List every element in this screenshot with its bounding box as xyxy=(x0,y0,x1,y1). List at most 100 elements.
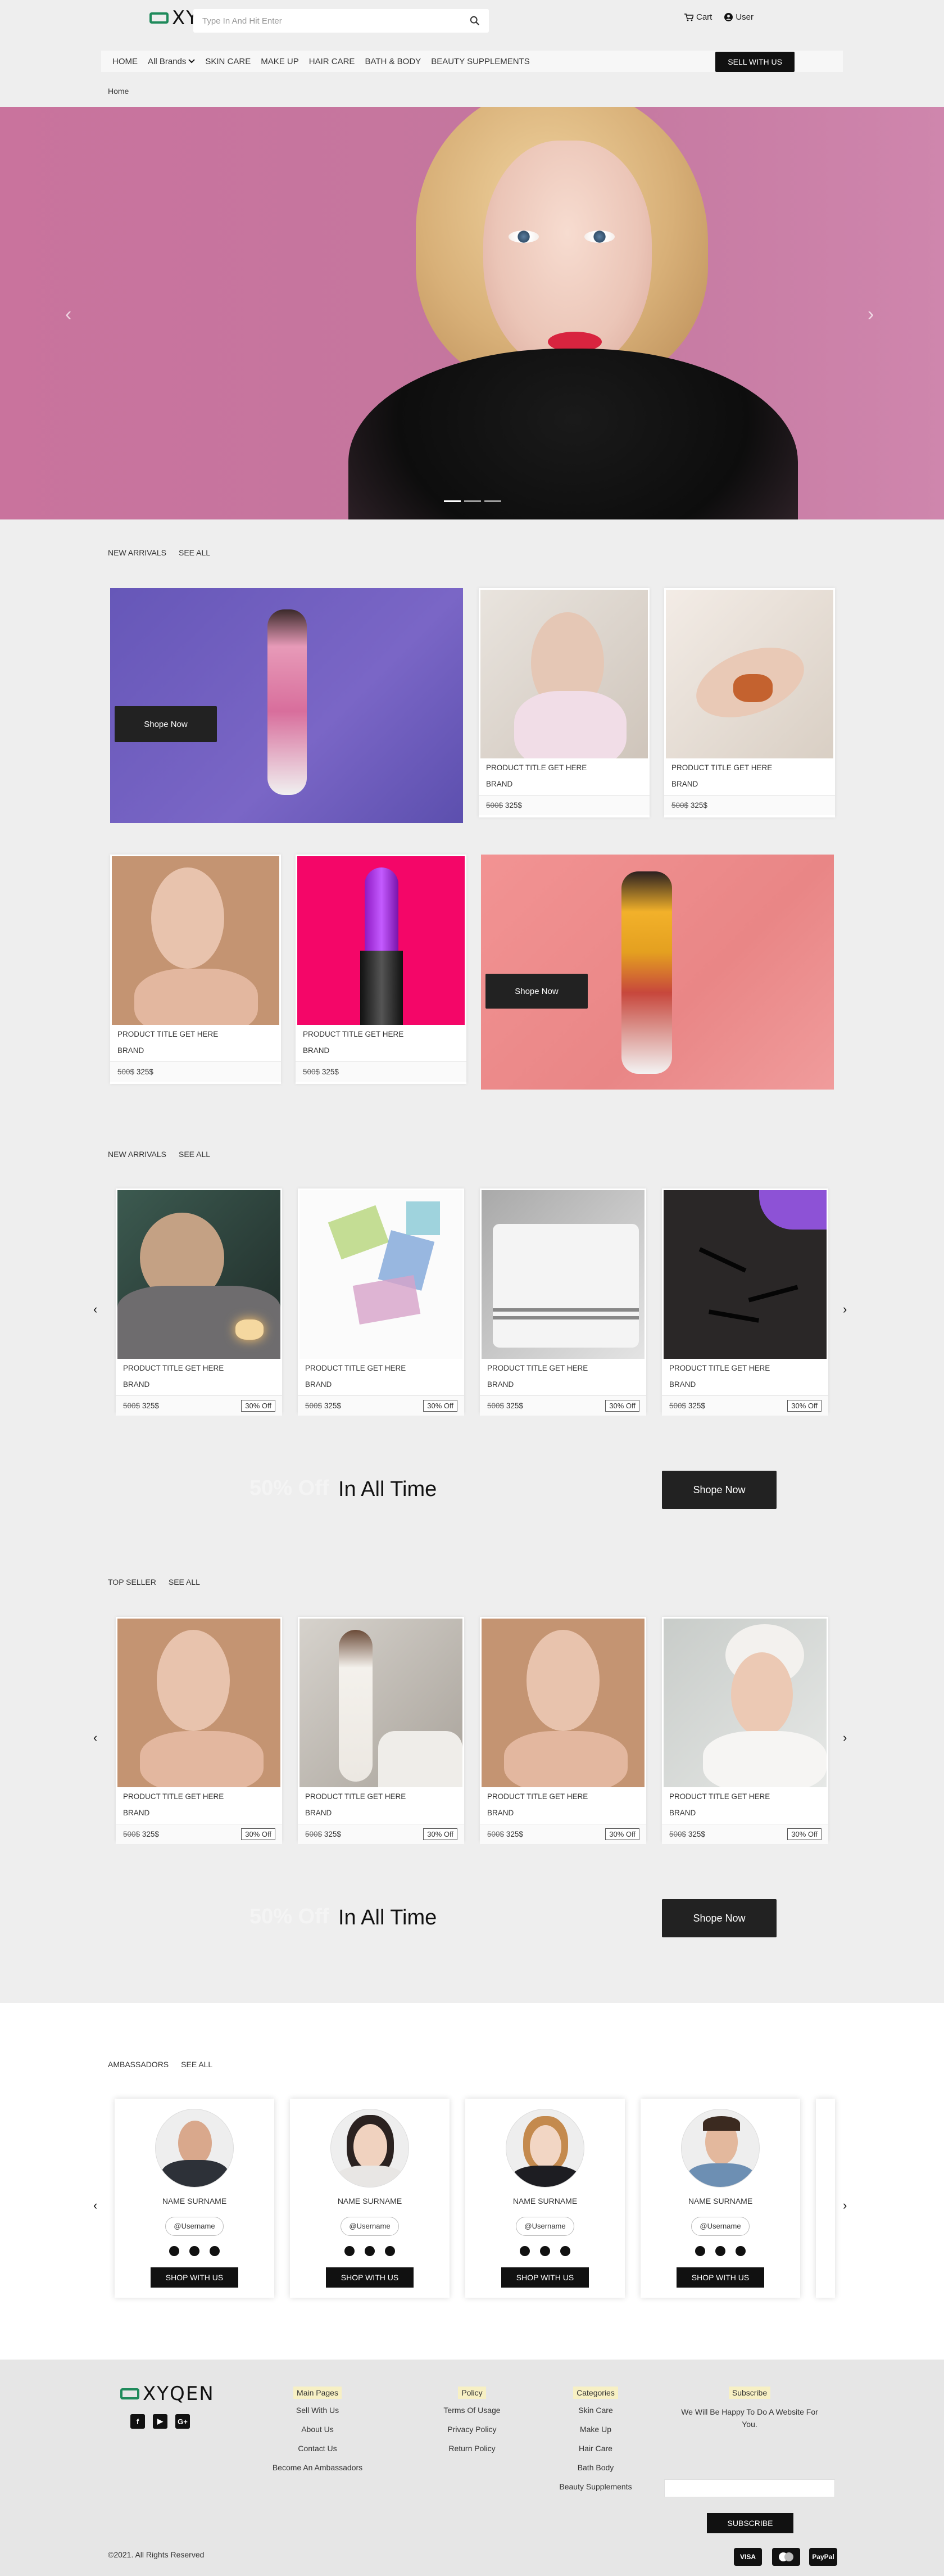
product-card[interactable]: PRODUCT TITLE GET HERE BRAND 500$ 325$ 30% … xyxy=(298,1617,464,1844)
shop-with-us-button[interactable]: SHOP WITH US xyxy=(501,2267,589,2288)
facebook-icon[interactable]: f xyxy=(130,2414,145,2429)
product-card[interactable]: PRODUCT TITLE GET HERE BRAND 500$ 325$ 30% … xyxy=(480,1617,646,1844)
see-all-link[interactable]: SEE ALL xyxy=(169,1578,200,1587)
subscribe-email-input[interactable] xyxy=(664,2479,835,2497)
shop-with-us-button[interactable]: SHOP WITH US xyxy=(151,2267,238,2288)
shop-with-us-button[interactable]: SHOP WITH US xyxy=(677,2267,764,2288)
hero-next-arrow-icon[interactable]: › xyxy=(868,304,874,326)
hero-carousel[interactable]: ‹ › xyxy=(0,107,944,519)
youtube-icon[interactable] xyxy=(715,2246,725,2256)
promo-band-text: In All Time xyxy=(338,1906,437,1929)
footer-link[interactable]: Hair Care xyxy=(551,2444,641,2453)
footer-link[interactable]: Privacy Policy xyxy=(427,2425,517,2434)
sell-with-us-button[interactable]: SELL WITH US xyxy=(715,52,795,72)
youtube-icon[interactable] xyxy=(540,2246,550,2256)
discount-badge: 30% Off xyxy=(241,1400,275,1412)
ambassador-card[interactable]: NAME SURNAME @Username SHOP WITH US xyxy=(290,2099,450,2298)
google-plus-icon[interactable]: G+ xyxy=(175,2414,190,2429)
product-brand: BRAND xyxy=(669,1380,696,1389)
logo-mark-icon xyxy=(120,2388,139,2399)
shop-now-button[interactable]: Shope Now xyxy=(662,1899,777,1937)
footer-link[interactable]: Bath Body xyxy=(551,2463,641,2472)
cart-link[interactable]: Cart xyxy=(684,12,712,22)
facebook-icon[interactable] xyxy=(169,2246,179,2256)
product-card[interactable]: PRODUCT TITLE GET HERE BRAND 500$ 325$ 30% … xyxy=(298,1188,464,1416)
ambassador-username[interactable]: @Username xyxy=(516,2217,574,2236)
ambassador-card[interactable]: NAME SURNAME @Username SHOP WITH US xyxy=(115,2099,274,2298)
product-card[interactable]: PRODUCT TITLE GET HERE BRAND 500$ 325$ xyxy=(664,588,835,817)
shop-now-button[interactable]: Shope Now xyxy=(662,1471,777,1509)
footer-link[interactable]: Become An Ambassadors xyxy=(264,2463,371,2472)
product-card[interactable]: PRODUCT TITLE GET HERE BRAND 500$ 325$ 30% … xyxy=(662,1188,828,1416)
promo-banner[interactable]: Shope Now xyxy=(481,855,834,1090)
nav-all-brands[interactable]: All Brands xyxy=(148,57,196,66)
product-price: 500$ 325$ 30% Off xyxy=(662,1824,828,1844)
ambassador-card-partial[interactable] xyxy=(816,2099,835,2298)
carousel-prev-icon[interactable]: ‹ xyxy=(93,2198,97,2213)
search-bar[interactable]: Type In And Hit Enter xyxy=(193,9,489,33)
indicator[interactable] xyxy=(444,500,461,502)
footer-link[interactable]: Make Up xyxy=(551,2425,641,2434)
nav-bath-body[interactable]: BATH & BODY xyxy=(365,57,421,66)
facebook-icon[interactable] xyxy=(520,2246,530,2256)
product-card[interactable]: PRODUCT TITLE GET HERE BRAND 500$ 325$ 30% … xyxy=(480,1188,646,1416)
see-all-link[interactable]: SEE ALL xyxy=(181,2060,212,2069)
promo-banner[interactable]: Shope Now xyxy=(110,588,463,823)
facebook-icon[interactable] xyxy=(695,2246,705,2256)
youtube-icon[interactable]: ▶ xyxy=(153,2414,167,2429)
product-card[interactable]: PRODUCT TITLE GET HERE BRAND 500$ 325$ xyxy=(296,855,466,1084)
product-card[interactable]: PRODUCT TITLE GET HERE BRAND 500$ 325$ 30% … xyxy=(116,1617,282,1844)
ambassador-username[interactable]: @Username xyxy=(691,2217,750,2236)
carousel-next-icon[interactable]: › xyxy=(843,1730,847,1745)
indicator[interactable] xyxy=(464,500,481,502)
twitter-icon[interactable] xyxy=(736,2246,746,2256)
footer-logo[interactable]: XYQEN xyxy=(120,2383,215,2405)
hero-prev-arrow-icon[interactable]: ‹ xyxy=(65,304,71,326)
carousel-next-icon[interactable]: › xyxy=(843,1302,847,1317)
product-card[interactable]: PRODUCT TITLE GET HERE BRAND 500$ 325$ xyxy=(110,855,281,1084)
nav-make-up[interactable]: MAKE UP xyxy=(261,57,299,66)
shop-with-us-button[interactable]: SHOP WITH US xyxy=(326,2267,414,2288)
twitter-icon[interactable] xyxy=(385,2246,395,2256)
ambassador-username[interactable]: @Username xyxy=(165,2217,224,2236)
breadcrumb[interactable]: Home xyxy=(108,87,129,96)
carousel-next-icon[interactable]: › xyxy=(843,2198,847,2213)
carousel-prev-icon[interactable]: ‹ xyxy=(93,1730,97,1745)
see-all-link[interactable]: SEE ALL xyxy=(179,548,210,557)
section-header: NEW ARRIVALS SEE ALL xyxy=(108,548,210,557)
indicator[interactable] xyxy=(484,500,501,502)
youtube-icon[interactable] xyxy=(365,2246,375,2256)
product-card[interactable]: PRODUCT TITLE GET HERE BRAND 500$ 325$ 30% … xyxy=(662,1617,828,1844)
see-all-link[interactable]: SEE ALL xyxy=(179,1150,210,1159)
ambassador-card[interactable]: NAME SURNAME @Username SHOP WITH US xyxy=(641,2099,800,2298)
footer-link[interactable]: Return Policy xyxy=(427,2444,517,2453)
promo-image xyxy=(267,609,307,795)
search-icon[interactable] xyxy=(470,16,480,26)
youtube-icon[interactable] xyxy=(189,2246,199,2256)
nav-beauty-supplements[interactable]: BEAUTY SUPPLEMENTS xyxy=(431,57,530,66)
subscribe-button[interactable]: SUBSCRIBE xyxy=(707,2513,793,2533)
nav-hair-care[interactable]: HAIR CARE xyxy=(309,57,355,66)
shop-now-button[interactable]: Shope Now xyxy=(115,706,217,742)
nav-home[interactable]: HOME xyxy=(112,57,138,66)
shop-now-button[interactable]: Shope Now xyxy=(485,974,588,1009)
twitter-icon[interactable] xyxy=(210,2246,220,2256)
discount-badge: 30% Off xyxy=(423,1400,457,1412)
footer-link[interactable]: Skin Care xyxy=(551,2406,641,2415)
carousel-prev-icon[interactable]: ‹ xyxy=(93,1302,97,1317)
footer-link[interactable]: Terms Of Usage xyxy=(427,2406,517,2415)
footer-link[interactable]: Beauty Supplements xyxy=(551,2482,641,2491)
section-title: TOP SELLER xyxy=(108,1578,156,1587)
twitter-icon[interactable] xyxy=(560,2246,570,2256)
facebook-icon[interactable] xyxy=(344,2246,355,2256)
nav-skin-care[interactable]: SKIN CARE xyxy=(205,57,251,66)
footer-link[interactable]: About Us xyxy=(264,2425,371,2434)
footer-link[interactable]: Sell With Us xyxy=(264,2406,371,2415)
product-card[interactable]: PRODUCT TITLE GET HERE BRAND 500$ 325$ 30% … xyxy=(116,1188,282,1416)
user-link[interactable]: User xyxy=(724,12,754,22)
ambassador-username[interactable]: @Username xyxy=(341,2217,399,2236)
product-card[interactable]: PRODUCT TITLE GET HERE BRAND 500$ 325$ xyxy=(479,588,650,817)
search-input[interactable]: Type In And Hit Enter xyxy=(202,16,470,26)
footer-link[interactable]: Contact Us xyxy=(264,2444,371,2453)
ambassador-card[interactable]: NAME SURNAME @Username SHOP WITH US xyxy=(465,2099,625,2298)
